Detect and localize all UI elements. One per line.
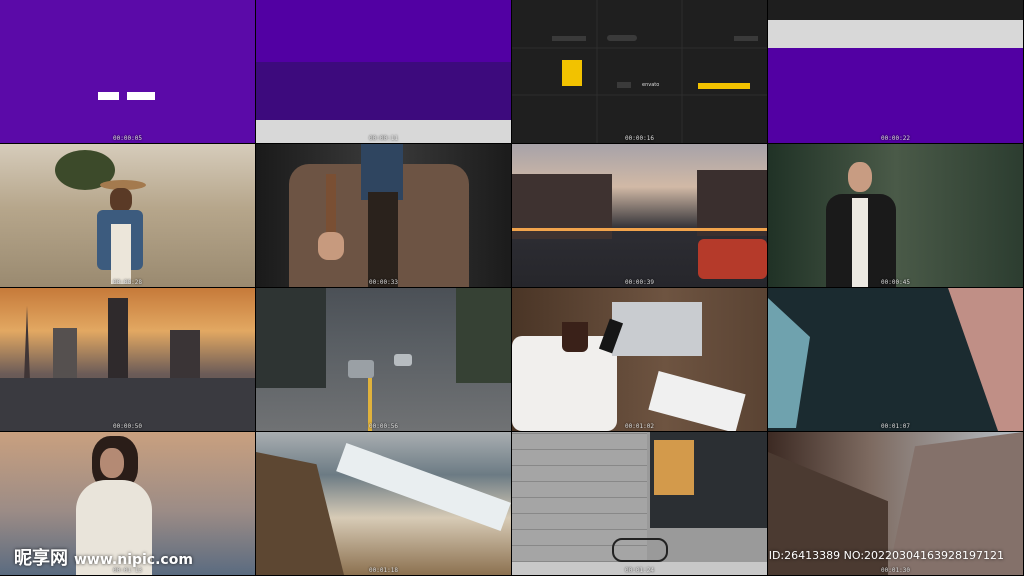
dark-band [768,0,1023,20]
trees-right [456,288,511,383]
lower-third-1 [552,36,586,41]
thumbnail-11[interactable]: 00:01:02 [512,288,767,431]
timestamp: 00:00:39 [625,279,654,286]
yellow-card [562,60,582,86]
thumbnail-grid: 00:00:05 00:00:11 envato 00:00:16 00:00:… [0,0,1024,576]
laptop [612,302,702,356]
timestamp: 00:01:07 [881,423,910,430]
lower-third-4 [617,82,631,88]
thumbnail-13[interactable]: 00:01:13 [0,432,255,575]
white-dress [76,480,152,575]
white-shirt [852,198,868,287]
purple-band [768,48,1023,143]
watermark-id: ID:26413389 NO:20220304163928197121 [768,549,1004,562]
timestamp: 00:01:18 [369,567,398,574]
buildings-right [697,170,767,236]
timestamp: 00:01:02 [625,423,654,430]
timestamp: 00:00:56 [369,423,398,430]
timestamp: 00:01:24 [625,567,654,574]
purple-band-mid [256,62,511,120]
window-light [654,440,694,495]
timestamp: 00:00:16 [625,135,654,142]
thumbnail-15[interactable]: 00:01:24 [512,432,767,575]
thumbnail-2[interactable]: 00:00:11 [256,0,511,143]
timestamp: 00:00:11 [369,135,398,142]
thumbnail-5[interactable]: 00:00:28 [0,144,255,287]
timestamp: 00:00:28 [113,279,142,286]
timestamp: 00:00:33 [369,279,398,286]
lower-third-3 [734,36,758,41]
hair [110,188,132,212]
thumbnail-1[interactable]: 00:00:05 [0,0,255,143]
white-band [768,20,1023,48]
hand [318,232,344,260]
thumbnail-12[interactable]: 00:01:07 [768,288,1023,431]
thumbnail-4[interactable]: 00:00:22 [768,0,1023,143]
timestamp: 00:00:50 [113,423,142,430]
thumbnail-10[interactable]: 00:00:56 [256,288,511,431]
face [100,448,124,478]
title-dash-right [127,92,155,100]
thumbnail-6[interactable]: 00:00:33 [256,144,511,287]
purple-band-top [256,0,511,62]
trees-left [256,288,326,388]
taxi [698,239,767,279]
title-dash-left [98,92,119,100]
bicycle [612,538,668,562]
yellow-bar [698,83,750,89]
timestamp: 00:00:05 [113,135,142,142]
sweater [368,192,398,287]
coffee-cup [562,322,588,352]
lower-third-2 [607,35,637,41]
backpack-strap [326,174,336,234]
thumbnail-3[interactable]: envato 00:00:16 [512,0,767,143]
face [848,162,872,192]
envato-label: envato [642,82,660,88]
grid-lines [512,0,767,143]
glass-building [768,298,810,428]
street-lights [512,228,767,231]
car [348,360,374,378]
thumbnail-9[interactable]: 00:00:50 [0,288,255,431]
thumbnail-8[interactable]: 00:00:45 [768,144,1023,287]
tablet [648,371,746,431]
surf [336,442,511,532]
timestamp: 00:01:13 [113,567,142,574]
timestamp: 00:01:30 [881,567,910,574]
thumbnail-7[interactable]: 00:00:39 [512,144,767,287]
car-2 [394,354,412,366]
timestamp: 00:00:22 [881,135,910,142]
thumbnail-14[interactable]: 00:01:18 [256,432,511,575]
timestamp: 00:00:45 [881,279,910,286]
pink-building [948,288,1023,431]
dress [111,224,131,284]
